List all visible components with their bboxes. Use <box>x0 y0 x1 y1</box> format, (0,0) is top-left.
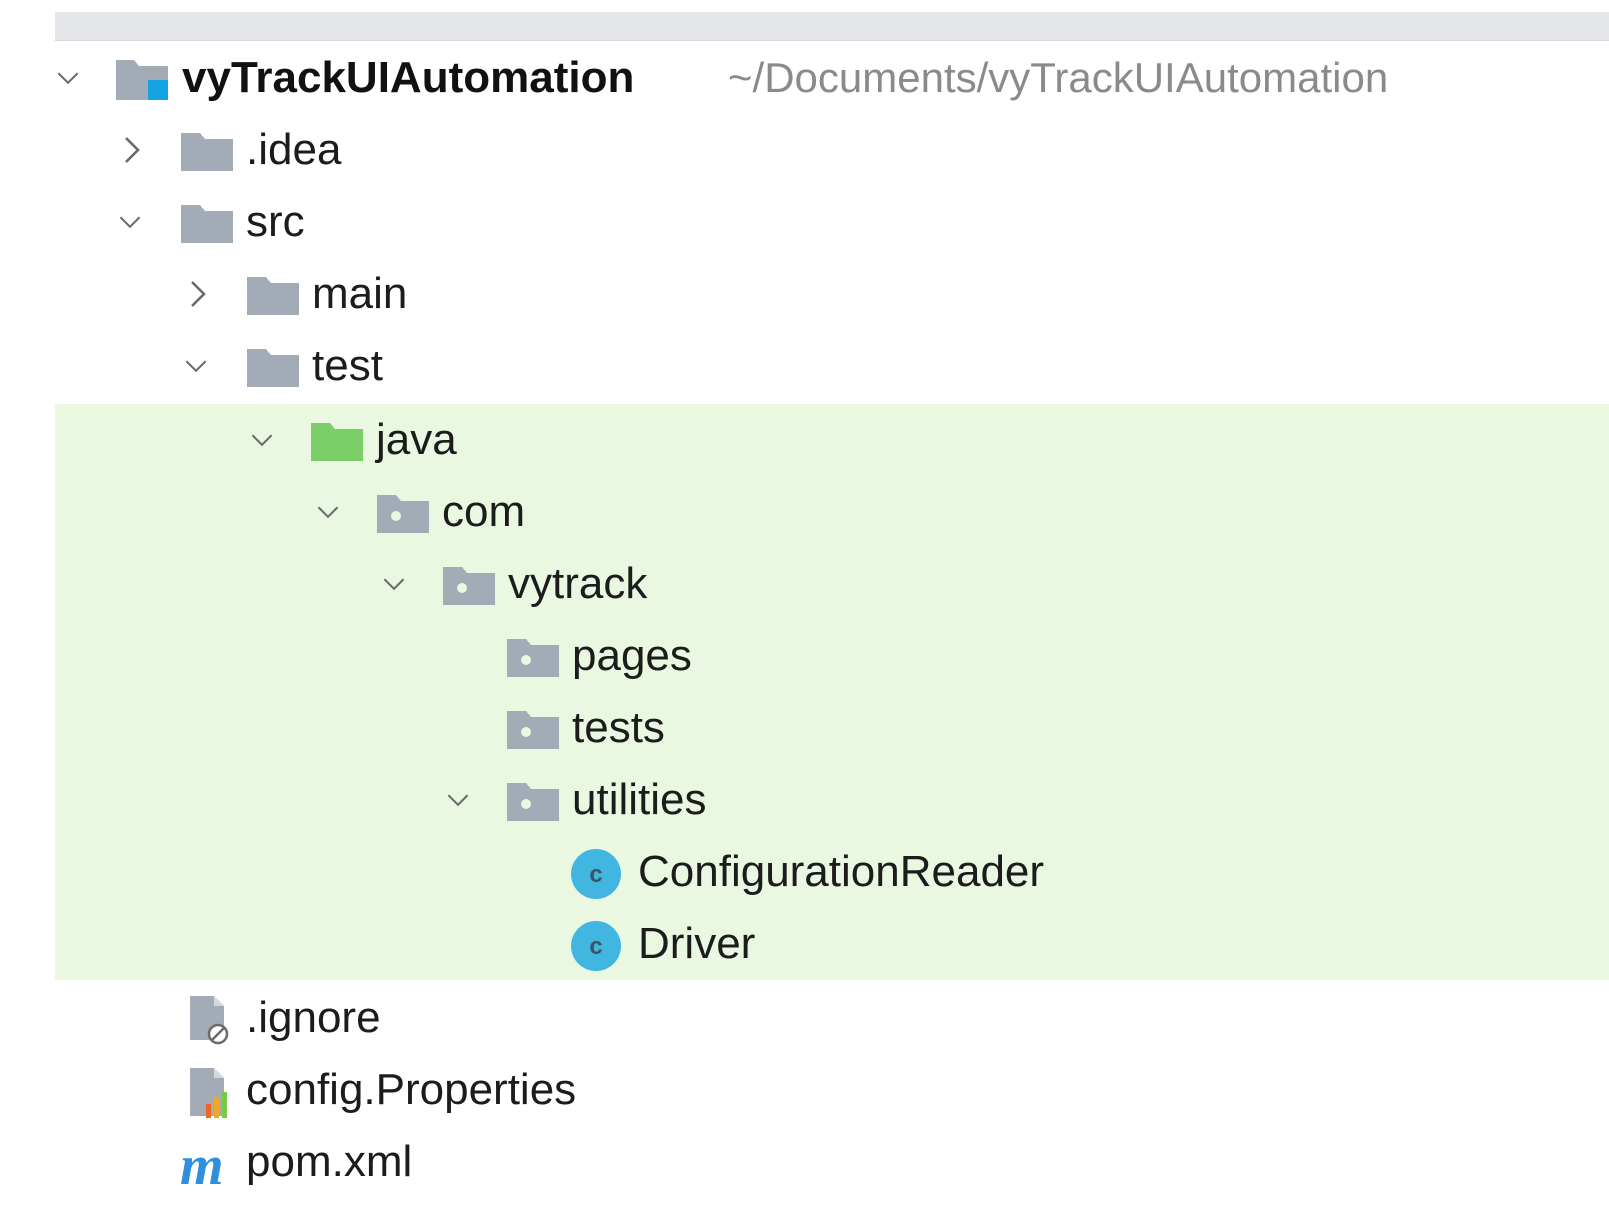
folder-label-main[interactable]: main <box>312 258 407 330</box>
module-icon <box>114 56 168 100</box>
package-label-vytrack[interactable]: vytrack <box>508 548 647 620</box>
tree-row-utilities[interactable]: utilities <box>0 764 1609 836</box>
tree-row-main[interactable]: main <box>0 258 1609 330</box>
folder-label-src[interactable]: src <box>246 186 305 258</box>
tree-row-test[interactable]: test <box>0 330 1609 402</box>
properties-file-icon <box>184 1064 238 1120</box>
source-root-folder-icon <box>310 420 364 464</box>
tree-row-driver[interactable]: c Driver <box>0 908 1609 980</box>
folder-label-test[interactable]: test <box>312 330 383 402</box>
tree-row-configuration-reader[interactable]: c ConfigurationReader <box>0 836 1609 908</box>
class-label-configuration-reader[interactable]: ConfigurationReader <box>638 836 1044 908</box>
tree-row-config-properties[interactable]: config.Properties <box>0 1054 1609 1126</box>
svg-text:c: c <box>589 933 602 960</box>
tree-row-idea[interactable]: .idea <box>0 114 1609 186</box>
package-icon <box>506 780 560 824</box>
folder-label-java[interactable]: java <box>376 404 457 476</box>
package-icon <box>506 708 560 752</box>
folder-label-idea[interactable]: .idea <box>246 114 341 186</box>
tree-row-pages[interactable]: pages <box>0 620 1609 692</box>
chevron-down-icon[interactable] <box>250 428 274 452</box>
folder-icon <box>180 130 234 174</box>
chevron-right-icon[interactable] <box>186 281 210 307</box>
file-label-pom[interactable]: pom.xml <box>246 1126 412 1198</box>
project-path: ~/Documents/vyTrackUIAutomation <box>728 54 1389 101</box>
java-class-icon: c <box>570 848 622 900</box>
chevron-down-icon[interactable] <box>446 788 470 812</box>
tree-row-project-root[interactable]: vyTrackUIAutomation ~/Documents/vyTrackU… <box>0 42 1609 114</box>
chevron-down-icon[interactable] <box>184 354 208 378</box>
chevron-down-icon[interactable] <box>382 572 406 596</box>
tree-row-ignore[interactable]: .ignore <box>0 982 1609 1054</box>
svg-text:c: c <box>589 861 602 888</box>
chevron-down-icon[interactable] <box>316 500 340 524</box>
tree-row-pom[interactable]: m pom.xml <box>0 1126 1609 1198</box>
tree-row-java[interactable]: java <box>0 404 1609 476</box>
ignore-file-icon <box>184 992 236 1046</box>
project-tree: vyTrackUIAutomation ~/Documents/vyTrackU… <box>0 0 1609 1213</box>
chevron-right-icon[interactable] <box>120 137 144 163</box>
chevron-down-icon[interactable] <box>56 66 80 90</box>
package-label-com[interactable]: com <box>442 476 525 548</box>
folder-icon <box>246 274 300 318</box>
maven-pom-icon: m <box>178 1135 238 1197</box>
file-label-ignore[interactable]: .ignore <box>246 982 381 1054</box>
package-label-pages[interactable]: pages <box>572 620 692 692</box>
tree-row-com[interactable]: com <box>0 476 1609 548</box>
java-class-icon: c <box>570 920 622 972</box>
svg-text:m: m <box>180 1138 224 1190</box>
project-name[interactable]: vyTrackUIAutomation <box>182 42 634 114</box>
package-icon <box>376 492 430 536</box>
class-label-driver[interactable]: Driver <box>638 908 755 980</box>
folder-icon <box>246 346 300 390</box>
tree-row-tests[interactable]: tests <box>0 692 1609 764</box>
file-label-config-properties[interactable]: config.Properties <box>246 1054 576 1126</box>
chevron-down-icon[interactable] <box>118 210 142 234</box>
package-label-tests[interactable]: tests <box>572 692 665 764</box>
folder-icon <box>180 202 234 246</box>
tree-row-src[interactable]: src <box>0 186 1609 258</box>
package-icon <box>442 564 496 608</box>
package-label-utilities[interactable]: utilities <box>572 764 707 836</box>
package-icon <box>506 636 560 680</box>
tree-row-vytrack[interactable]: vytrack <box>0 548 1609 620</box>
